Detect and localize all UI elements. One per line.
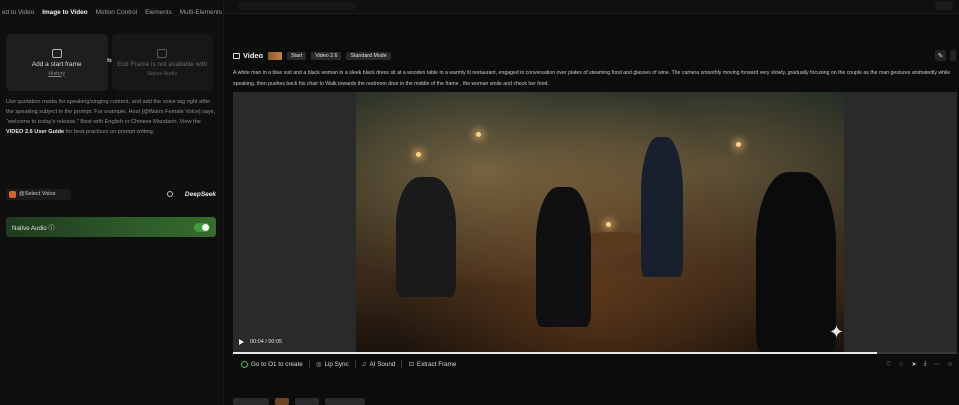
- extract-frame-button[interactable]: ⊡ Extract Frame: [408, 360, 457, 369]
- progress-bar[interactable]: [233, 352, 957, 354]
- tag-start: Start: [287, 51, 307, 60]
- ai-sound-icon: ♫: [361, 360, 367, 368]
- video-icon: [233, 52, 240, 59]
- ai-sound-button[interactable]: ♫ AI Sound: [362, 361, 396, 368]
- location-icon[interactable]: [166, 191, 173, 197]
- go-to-o1-button[interactable]: Go to O1 to create: [241, 360, 303, 368]
- video-actions: Go to O1 to create ◎ Lip Sync ♫ AI Sound…: [241, 360, 456, 368]
- tag-model: Video 2.6: [311, 51, 342, 60]
- next-item-title: [233, 398, 269, 405]
- left-panel: ed to Video Image to Video Motion Contro…: [0, 0, 224, 405]
- lip-sync-label: Lip Sync: [324, 360, 349, 368]
- download-icon[interactable]: ⤓: [924, 360, 927, 368]
- background-diner: [396, 177, 456, 297]
- end-frame-label: End Frame is not available with: [117, 60, 208, 68]
- feedback-actions: ♡ ♢ ➤ ⤓ ⋯ ☆: [886, 360, 953, 368]
- end-frame-slot: End Frame is not available with Native A…: [111, 34, 213, 91]
- light-glow: [476, 132, 481, 137]
- more-icon[interactable]: ⋯: [934, 360, 941, 368]
- native-audio-label: Native Audio ⓘ: [12, 224, 55, 232]
- extract-frame-icon: ⊡: [408, 361, 414, 368]
- prompt-area[interactable]: Use quotation marks for speaking/singing…: [6, 97, 218, 137]
- end-frame-note: Native Audio: [147, 70, 178, 77]
- video-frame: [356, 92, 844, 353]
- tab-image-to-video[interactable]: Image to Video: [42, 9, 87, 16]
- select-voice-label: @Select Voice: [19, 191, 56, 197]
- prompt-text: Use quotation marks for speaking/singing…: [6, 99, 216, 125]
- go-icon: [241, 360, 248, 368]
- top-search-pill[interactable]: [238, 2, 356, 10]
- header-tools: ✎: [935, 50, 956, 61]
- swap-frames-icon[interactable]: ⇆: [107, 57, 112, 64]
- tab-elements[interactable]: Elements: [145, 9, 172, 16]
- play-icon[interactable]: [239, 339, 244, 345]
- ai-sound-label: AI Sound: [369, 360, 396, 368]
- image-upload-icon: [157, 48, 168, 58]
- start-thumbnail: [268, 51, 282, 60]
- woman-silhouette: [536, 187, 591, 327]
- frame-slots: Add a start frame History End Frame is n…: [6, 34, 213, 91]
- progress-fill: [233, 352, 878, 354]
- sparkle-icon: ✦: [828, 322, 844, 342]
- go-to-o1-label: Go to O1 to create: [251, 360, 303, 368]
- next-item-thumb: [275, 398, 289, 405]
- prompt-tools: DeepSeek: [166, 191, 216, 198]
- divider: [401, 360, 403, 368]
- native-audio-bar: Native Audio ⓘ: [6, 217, 216, 237]
- next-item-tag: [325, 398, 365, 405]
- start-frame-label: Add a start frame: [31, 60, 82, 68]
- light-glow: [606, 222, 611, 227]
- edit-icon[interactable]: ✎: [935, 50, 946, 61]
- favorite-icon[interactable]: ☆: [947, 360, 953, 368]
- tab-text-to-video[interactable]: ed to Video: [2, 9, 34, 16]
- divider: [354, 360, 356, 368]
- foreground-silhouette: [756, 172, 836, 353]
- video-description: A white man in a blue suit and a black w…: [233, 70, 951, 87]
- top-right-button[interactable]: [935, 2, 953, 10]
- voice-row: @Select Voice DeepSeek: [6, 186, 216, 202]
- lip-sync-icon: ◎: [315, 361, 322, 368]
- light-glow: [416, 152, 421, 157]
- more-icon[interactable]: [950, 50, 956, 61]
- dislike-icon[interactable]: ♢: [899, 360, 905, 368]
- tag-mode: Standard Mode: [346, 51, 391, 60]
- native-audio-toggle[interactable]: [194, 222, 210, 232]
- like-icon[interactable]: ♡: [886, 360, 892, 368]
- prompt-text-after: for best practices on prompt writing.: [64, 129, 155, 135]
- next-item-header: [233, 398, 373, 405]
- image-upload-icon: [51, 48, 62, 58]
- app: ed to Video Image to Video Motion Contro…: [0, 0, 959, 405]
- select-voice-button[interactable]: @Select Voice: [6, 188, 72, 200]
- timecode: 00:04 / 00:05: [250, 339, 283, 345]
- mode-tabs: ed to Video Image to Video Motion Contro…: [0, 0, 224, 24]
- man-silhouette: [641, 137, 683, 277]
- light-glow: [736, 142, 741, 147]
- share-icon[interactable]: ➤: [911, 360, 916, 368]
- deepseek-button[interactable]: DeepSeek: [185, 191, 216, 198]
- lip-sync-button[interactable]: ◎ Lip Sync: [315, 360, 349, 369]
- voice-avatar-icon: [9, 190, 16, 198]
- tab-multi-elements[interactable]: Multi-Elements: [180, 9, 222, 16]
- top-bar: [224, 0, 959, 14]
- tab-motion-control[interactable]: Motion Control: [96, 9, 138, 16]
- next-item-tag: [295, 398, 319, 405]
- user-guide-link[interactable]: VIDEO 2.6 User Guide: [6, 129, 64, 135]
- playback-controls: 00:04 / 00:05: [239, 339, 282, 345]
- video-player[interactable]: ✦ 00:04 / 00:05: [233, 92, 957, 353]
- video-title-text: Video: [243, 51, 263, 60]
- start-frame-slot[interactable]: Add a start frame History: [6, 34, 108, 91]
- extract-frame-label: Extract Frame: [416, 360, 457, 368]
- divider: [308, 360, 310, 368]
- video-title: Video: [233, 51, 263, 60]
- history-link[interactable]: History: [48, 71, 65, 77]
- video-header: Video Start Video 2.6 Standard Mode: [233, 51, 391, 60]
